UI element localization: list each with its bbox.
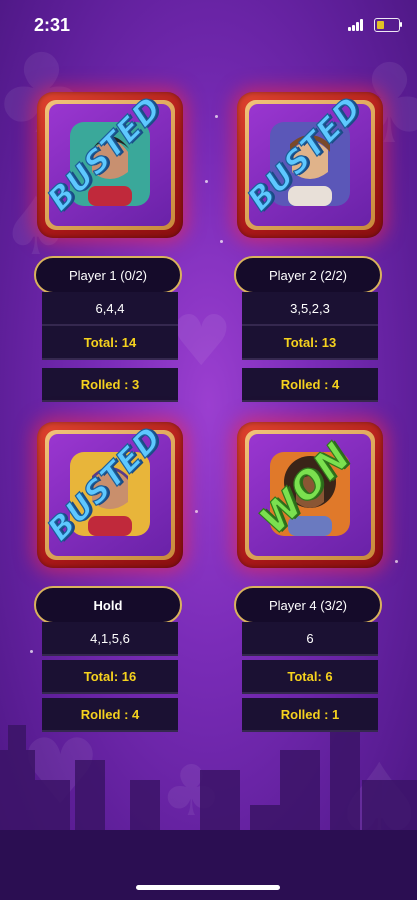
home-indicator[interactable]: [136, 885, 280, 890]
battery-nub: [400, 22, 402, 27]
status-time: 2:31: [34, 15, 71, 35]
player-total: Total: 16: [42, 660, 178, 694]
sparkle: [195, 510, 198, 513]
player-rolled-count: Rolled : 3: [42, 368, 178, 402]
player-total: Total: 13: [242, 326, 378, 360]
player-name-badge: Player 2 (2/2): [234, 256, 382, 294]
player-rolled-count: Rolled : 1: [242, 698, 378, 732]
sparkle: [220, 240, 223, 243]
player-rolls: 6,4,4: [42, 292, 178, 326]
signal-icon: [348, 19, 364, 31]
player-rolls: 4,1,5,6: [42, 622, 178, 656]
background-suit-decor: ♥: [170, 300, 233, 382]
player-total: Total: 14: [42, 326, 178, 360]
player-name-badge: Hold: [34, 586, 182, 624]
player-rolls: 3,5,2,3: [242, 292, 378, 326]
sparkle: [215, 115, 218, 118]
player-rolls: 6: [242, 622, 378, 656]
avatar-frame: BUSTED: [37, 419, 183, 568]
player-rolled-count: Rolled : 4: [42, 698, 178, 732]
player-name-badge: Player 1 (0/2): [34, 256, 182, 294]
status-bar: 2:31: [0, 0, 417, 50]
player-rolled-count: Rolled : 4: [242, 368, 378, 402]
avatar-frame: WON: [237, 422, 383, 568]
sparkle: [205, 180, 208, 183]
sparkle: [395, 560, 398, 563]
player-name-badge: Player 4 (3/2): [234, 586, 382, 624]
battery-icon: [374, 18, 400, 32]
avatar-frame: BUSTED: [237, 89, 383, 238]
player-total: Total: 6: [242, 660, 378, 694]
avatar-frame: BUSTED: [37, 89, 183, 238]
